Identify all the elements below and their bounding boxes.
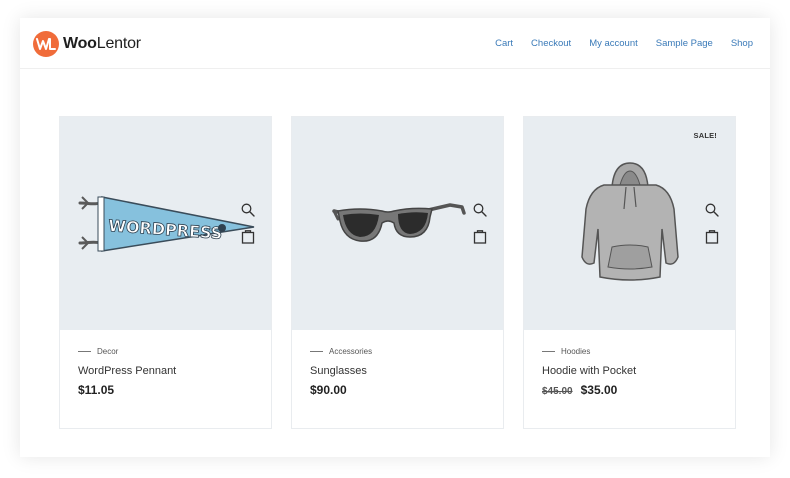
svg-text:EST 2003: EST 2003: [206, 228, 223, 232]
product-title[interactable]: Hoodie with Pocket: [542, 365, 636, 377]
hoodie-image: [581, 162, 679, 281]
product-image[interactable]: [292, 117, 503, 330]
site-header: WooLentor Cart Checkout My account Sampl…: [20, 18, 770, 69]
nav-cart[interactable]: Cart: [495, 38, 513, 49]
product-image[interactable]: WORDPRESS EST 2003: [60, 117, 271, 330]
product-card: WORDPRESS EST 2003 Decor WordPress Penna…: [59, 116, 272, 429]
site-logo[interactable]: WooLentor: [33, 31, 141, 57]
product-title[interactable]: Sunglasses: [310, 365, 367, 377]
category-label[interactable]: Hoodies: [561, 347, 590, 356]
product-category: Hoodies: [542, 347, 590, 356]
category-dash: [542, 351, 555, 352]
sale-badge: SALE!: [693, 131, 717, 140]
quick-view-search-icon[interactable]: [705, 203, 719, 217]
add-to-cart-bag-icon[interactable]: [241, 229, 255, 244]
product-price: $45.00 $35.00: [542, 383, 617, 397]
nav-shop[interactable]: Shop: [731, 38, 753, 49]
nav-sample-page[interactable]: Sample Page: [656, 38, 713, 49]
nav-my-account[interactable]: My account: [589, 38, 638, 49]
product-price: $90.00: [310, 383, 347, 397]
category-label[interactable]: Decor: [97, 347, 118, 356]
product-card: SALE! Hoodies Hoodie with Pocket $45.00 …: [523, 116, 736, 429]
nav-checkout[interactable]: Checkout: [531, 38, 571, 49]
quick-view-search-icon[interactable]: [241, 203, 255, 217]
product-category: Accessories: [310, 347, 372, 356]
brand-name-bold: Woo: [63, 35, 97, 52]
sale-price: $35.00: [580, 383, 618, 397]
category-dash: [310, 351, 323, 352]
primary-nav: Cart Checkout My account Sample Page Sho…: [495, 38, 753, 49]
current-price: $90.00: [310, 383, 347, 397]
add-to-cart-bag-icon[interactable]: [705, 229, 719, 244]
brand-name: WooLentor: [63, 35, 141, 53]
brand-name-rest: Lentor: [96, 35, 141, 52]
product-category: Decor: [78, 347, 118, 356]
original-price: $45.00: [542, 386, 573, 397]
product-card: Accessories Sunglasses $90.00: [291, 116, 504, 429]
category-dash: [78, 351, 91, 352]
pennant-image: WORDPRESS EST 2003: [78, 196, 255, 252]
product-title[interactable]: WordPress Pennant: [78, 365, 176, 377]
sunglasses-image: [332, 203, 466, 242]
woolentor-logo-icon: [33, 31, 59, 57]
product-image[interactable]: SALE!: [524, 117, 735, 330]
quick-view-search-icon[interactable]: [473, 203, 487, 217]
product-price: $11.05: [78, 383, 114, 397]
browser-page: WooLentor Cart Checkout My account Sampl…: [20, 18, 770, 457]
category-label[interactable]: Accessories: [329, 347, 372, 356]
current-price: $11.05: [78, 383, 115, 397]
add-to-cart-bag-icon[interactable]: [473, 229, 487, 244]
